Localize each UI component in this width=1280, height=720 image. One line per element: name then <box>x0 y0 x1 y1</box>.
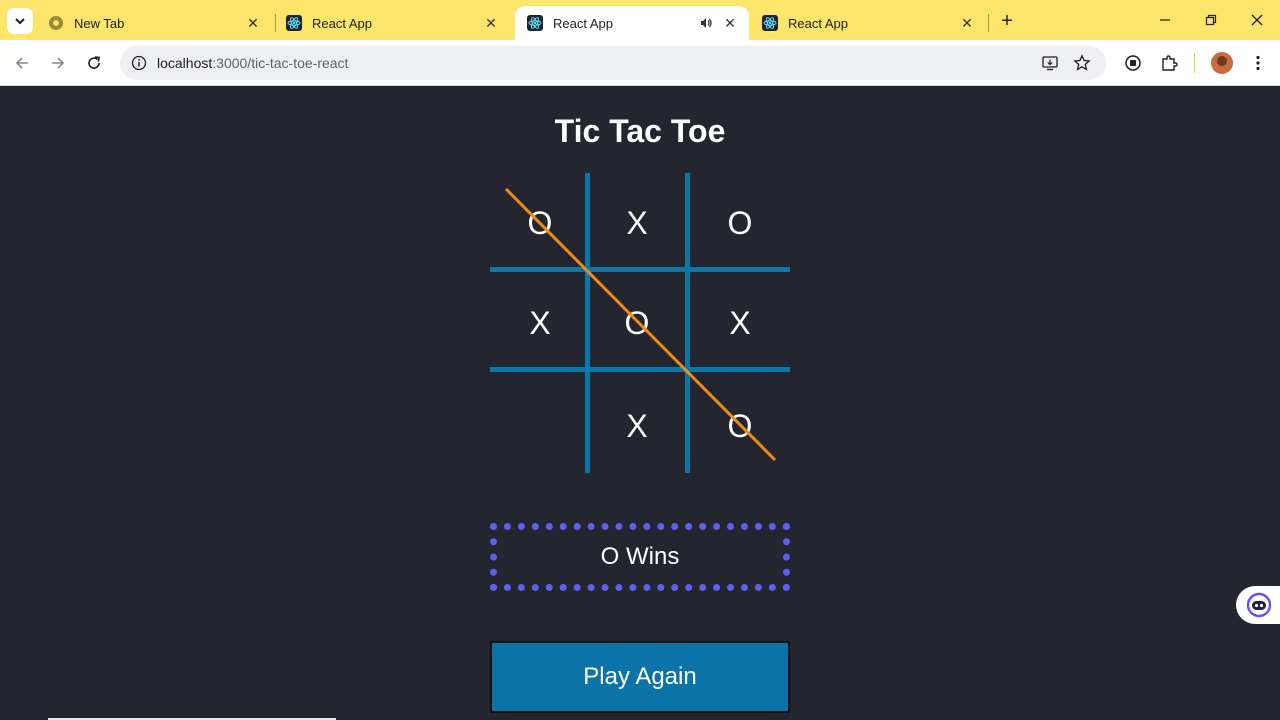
tab-title: React App <box>788 15 848 31</box>
chrome-icon <box>48 15 64 31</box>
site-info-icon[interactable] <box>124 55 154 71</box>
chevron-down-icon <box>15 18 25 25</box>
close-window-button[interactable] <box>1234 6 1280 34</box>
game-board: O X O X O X X O <box>490 173 790 473</box>
tab-title: React App <box>553 15 613 31</box>
tab-search-button[interactable] <box>7 8 33 34</box>
react-icon <box>527 15 543 31</box>
minimize-button[interactable] <box>1142 6 1188 34</box>
url-host: localhost <box>157 55 213 71</box>
tab-close-icon[interactable]: ✕ <box>958 14 976 32</box>
toolbar-separator <box>1194 53 1195 73</box>
page-content: Tic Tac Toe O X O X O X X O O Wins Play … <box>0 87 1280 720</box>
restore-icon <box>1205 14 1217 26</box>
react-icon <box>762 15 778 31</box>
new-tab-button[interactable]: + <box>995 9 1019 33</box>
play-again-button[interactable]: Play Again <box>490 641 790 713</box>
react-icon <box>286 15 302 31</box>
tab-separator <box>988 14 989 32</box>
profile-avatar[interactable] <box>1211 52 1233 74</box>
reload-button[interactable] <box>80 49 108 77</box>
tab-close-icon[interactable]: ✕ <box>721 14 739 32</box>
tab-strip: New Tab ✕ React App ✕ React App ✕ React … <box>0 0 1280 40</box>
tab-close-icon[interactable]: ✕ <box>244 14 262 32</box>
url-path: :3000/tic-tac-toe-react <box>212 55 349 71</box>
tab-new-tab[interactable]: New Tab ✕ <box>36 6 272 40</box>
tab-react-app-3[interactable]: React App ✕ <box>750 6 986 40</box>
url-text: localhost:3000/tic-tac-toe-react <box>157 55 348 71</box>
plus-icon: + <box>1001 9 1013 32</box>
forward-button[interactable] <box>44 49 72 77</box>
game-title: Tic Tac Toe <box>554 113 726 149</box>
back-button[interactable] <box>8 49 36 77</box>
speaker-icon[interactable] <box>697 14 715 32</box>
tab-react-app-1[interactable]: React App ✕ <box>274 6 510 40</box>
game-status: O Wins <box>490 523 790 591</box>
browser-toolbar: localhost:3000/tic-tac-toe-react <box>0 40 1280 86</box>
restore-button[interactable] <box>1188 6 1234 34</box>
star-icon[interactable] <box>1072 53 1092 73</box>
extensions-icon[interactable] <box>1157 51 1181 75</box>
tab-react-app-active[interactable]: React App ✕ <box>515 6 749 40</box>
assistant-bot-icon <box>1246 592 1272 618</box>
install-app-icon[interactable] <box>1040 53 1060 73</box>
winning-strike-line <box>504 187 777 462</box>
close-icon <box>1251 14 1263 26</box>
kebab-menu-icon[interactable] <box>1246 51 1270 75</box>
reload-icon <box>88 56 100 69</box>
minimize-icon <box>1160 19 1170 21</box>
tab-title: React App <box>312 15 372 31</box>
record-extension-icon[interactable] <box>1121 51 1145 75</box>
assistant-widget[interactable] <box>1236 586 1280 624</box>
tab-close-icon[interactable]: ✕ <box>482 14 500 32</box>
tab-title: New Tab <box>74 15 125 31</box>
arrow-right-icon <box>52 57 65 69</box>
address-bar[interactable]: localhost:3000/tic-tac-toe-react <box>120 46 1106 80</box>
arrow-left-icon <box>15 57 28 69</box>
